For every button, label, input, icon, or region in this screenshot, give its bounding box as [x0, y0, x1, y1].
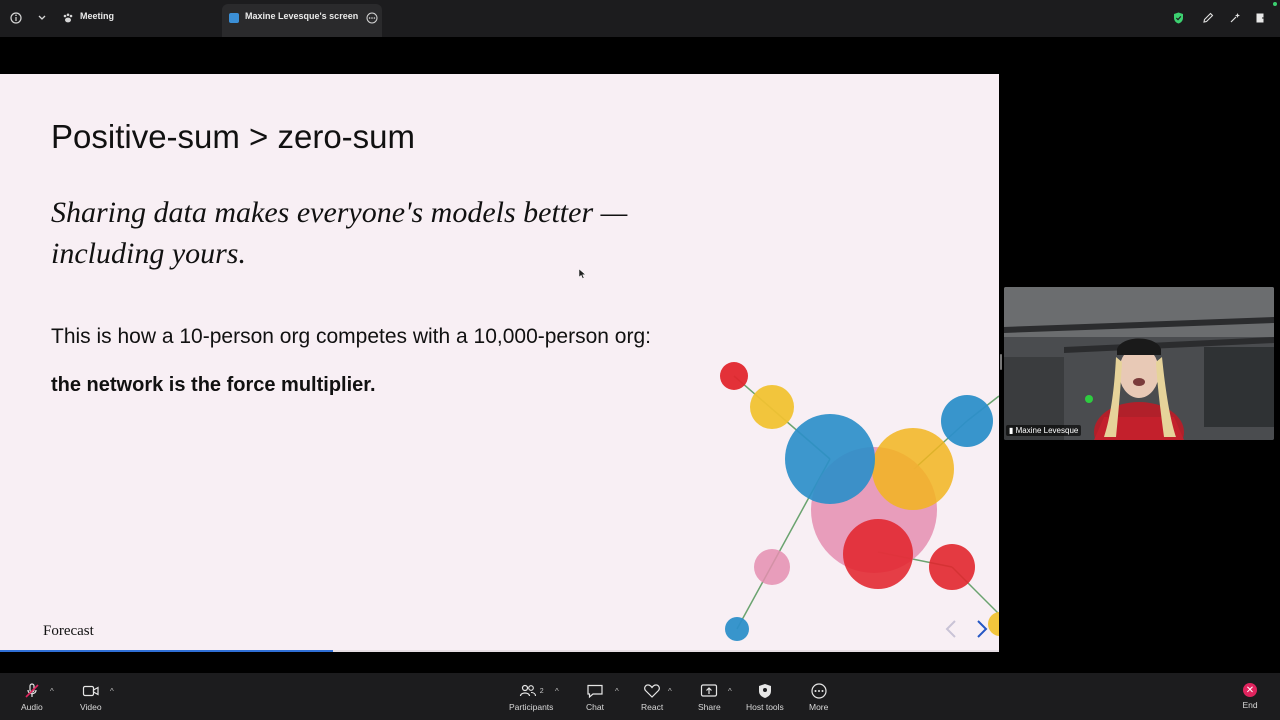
- more-dots-icon: [811, 683, 827, 699]
- screen-share-icon: [229, 13, 239, 23]
- network-illustration: [720, 362, 999, 641]
- chat-options-caret[interactable]: ^: [615, 687, 619, 696]
- share-label: Share: [698, 702, 721, 712]
- chat-label: Chat: [586, 702, 604, 712]
- mouse-cursor-icon: [579, 269, 587, 279]
- previous-slide-button[interactable]: [944, 618, 960, 642]
- slide-progress-fill: [0, 650, 333, 652]
- slide-quote: Sharing data makes everyone's models bet…: [51, 196, 628, 270]
- heart-icon: [644, 684, 661, 698]
- share-button[interactable]: Share: [698, 683, 721, 712]
- slide-body-text: This is how a 10-person org competes wit…: [51, 325, 651, 348]
- participant-name-tag: ▮ Maxine Levesque: [1006, 425, 1082, 436]
- end-label: End: [1242, 700, 1258, 710]
- participant-video-feed: [1004, 287, 1274, 440]
- slide-logo: Forecast: [43, 623, 94, 639]
- shared-slide: Positive-sum > zero-sum Sharing data mak…: [0, 74, 999, 652]
- participants-options-caret[interactable]: ^: [555, 687, 559, 696]
- share-options-caret[interactable]: ^: [728, 687, 732, 696]
- react-label: React: [641, 702, 664, 712]
- participants-count: 2: [539, 687, 544, 695]
- chevron-down-icon[interactable]: [34, 10, 50, 26]
- share-screen-icon: [701, 684, 718, 697]
- top-bar: Meeting Maxine Levesque's screen: [0, 0, 1280, 37]
- more-button[interactable]: More: [809, 683, 828, 712]
- meeting-menu[interactable]: Meeting: [80, 11, 114, 21]
- video-camera-icon: [82, 685, 99, 697]
- slide-progress-bar: [0, 650, 999, 652]
- audio-label: Audio: [21, 702, 43, 712]
- participant-video-tile[interactable]: ▮ Maxine Levesque: [1004, 287, 1274, 440]
- security-shield-icon[interactable]: [1173, 12, 1184, 24]
- close-icon: ✕: [1243, 683, 1257, 697]
- paw-icon: [60, 10, 76, 26]
- video-options-caret[interactable]: ^: [110, 687, 114, 696]
- next-slide-button[interactable]: [975, 618, 991, 642]
- react-button[interactable]: React: [641, 683, 663, 712]
- slide-title: Positive-sum > zero-sum: [51, 118, 416, 155]
- exit-fullscreen-icon[interactable]: [1253, 10, 1269, 26]
- sparkle-icon[interactable]: [1227, 10, 1243, 26]
- annotate-pencil-icon[interactable]: [1200, 10, 1216, 26]
- chat-button[interactable]: Chat: [586, 683, 604, 712]
- meeting-toolbar: Audio ^ Video ^ 2 Participants ^ Chat ^ …: [0, 673, 1280, 720]
- react-options-caret[interactable]: ^: [668, 687, 672, 696]
- video-button[interactable]: Video: [80, 683, 102, 712]
- more-options-icon[interactable]: [364, 10, 380, 26]
- host-tools-button[interactable]: Host tools: [746, 683, 784, 712]
- participants-button[interactable]: 2 Participants: [509, 683, 553, 712]
- video-label: Video: [80, 702, 102, 712]
- participant-name: Maxine Levesque: [1015, 426, 1079, 435]
- more-label: More: [809, 702, 829, 712]
- audio-button[interactable]: Audio: [21, 683, 43, 712]
- info-icon[interactable]: [8, 10, 24, 26]
- host-tools-label: Host tools: [746, 702, 784, 712]
- slide-emphasis-text: the network is the force multiplier.: [51, 374, 376, 396]
- participants-label: Participants: [509, 702, 554, 712]
- participants-icon: [519, 684, 536, 697]
- status-dot: [1273, 2, 1277, 6]
- audio-options-caret[interactable]: ^: [50, 687, 54, 696]
- host-tools-shield-icon: [758, 684, 771, 698]
- share-tab-label: Maxine Levesque's screen: [245, 11, 359, 21]
- microphone-muted-icon: [25, 683, 39, 698]
- chat-bubble-icon: [587, 684, 603, 699]
- panel-resize-handle[interactable]: [1000, 354, 1002, 370]
- signal-bars-icon: ▮: [1009, 426, 1014, 435]
- end-meeting-button[interactable]: ✕ End: [1240, 683, 1260, 710]
